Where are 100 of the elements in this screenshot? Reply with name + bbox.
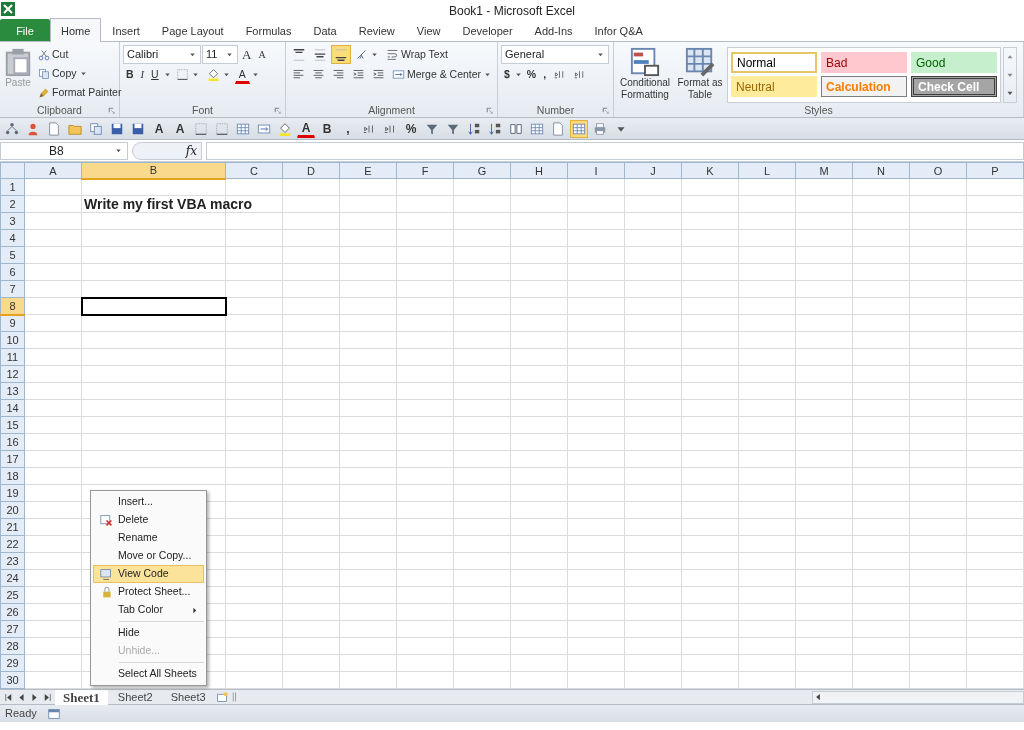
- launcher-icon[interactable]: [485, 106, 494, 115]
- format-table-button[interactable]: Format as Table: [675, 45, 725, 103]
- ribbon-tab[interactable]: Data: [302, 19, 348, 41]
- cut-button[interactable]: Cut: [35, 45, 125, 64]
- column-header[interactable]: D: [282, 162, 340, 179]
- ribbon-tab[interactable]: Home: [50, 18, 102, 42]
- menu-item[interactable]: View Code: [93, 565, 204, 583]
- copy-button[interactable]: Copy: [35, 64, 125, 83]
- column-header[interactable]: L: [738, 162, 796, 179]
- menu-item[interactable]: Protect Sheet...: [93, 583, 204, 601]
- toolbar-button[interactable]: A: [171, 119, 189, 138]
- column-header[interactable]: E: [339, 162, 397, 179]
- ribbon-tab[interactable]: Review: [347, 19, 406, 41]
- sheet-tab[interactable]: Sheet3: [162, 689, 214, 705]
- merge-center-button[interactable]: Merge & Center: [389, 65, 496, 84]
- currency-button[interactable]: $: [501, 65, 513, 84]
- ribbon-tab[interactable]: File: [0, 19, 50, 41]
- menu-item[interactable]: Insert...: [93, 493, 204, 511]
- comma-button[interactable]: ,: [540, 65, 550, 84]
- toolbar-button[interactable]: A: [150, 119, 168, 138]
- record-macro-icon[interactable]: [46, 706, 61, 721]
- formula-input[interactable]: [206, 141, 1024, 160]
- new-sheet-icon[interactable]: [215, 690, 229, 704]
- toolbar-button[interactable]: %: [402, 119, 420, 138]
- toolbar-button[interactable]: ,: [339, 119, 357, 138]
- menu-item[interactable]: Delete: [93, 511, 204, 529]
- column-header[interactable]: J: [624, 162, 682, 179]
- toolbar-toggle[interactable]: [570, 119, 588, 138]
- name-box[interactable]: B8: [0, 141, 128, 160]
- borders-icon[interactable]: [215, 121, 229, 136]
- column-header[interactable]: M: [795, 162, 853, 179]
- launcher-icon[interactable]: [273, 106, 282, 115]
- align-button[interactable]: [331, 45, 351, 64]
- font-size-field[interactable]: 11: [202, 45, 238, 64]
- percent-button[interactable]: %: [523, 65, 540, 84]
- new-document-icon[interactable]: [47, 121, 61, 136]
- column-header[interactable]: O: [909, 162, 967, 179]
- cell-style-option[interactable]: Neutral: [731, 76, 817, 97]
- font-name-field[interactable]: Calibri: [123, 45, 201, 64]
- grow-font-button[interactable]: A: [239, 45, 255, 64]
- number-format-field[interactable]: General: [501, 45, 609, 64]
- column-header[interactable]: A: [24, 162, 82, 179]
- cell-style-option[interactable]: Normal: [731, 52, 817, 73]
- underline-button[interactable]: U: [148, 65, 162, 84]
- menu-item[interactable]: Select All Sheets: [93, 665, 204, 683]
- ribbon-tab[interactable]: Formulas: [234, 19, 303, 41]
- ribbon-tab[interactable]: View: [405, 19, 452, 41]
- org-chart-icon[interactable]: [5, 121, 19, 136]
- sheet-tab[interactable]: Sheet1: [55, 689, 108, 705]
- save-icon[interactable]: [131, 121, 145, 136]
- launcher-icon[interactable]: [601, 106, 610, 115]
- copy-icon[interactable]: [89, 121, 103, 136]
- column-header[interactable]: N: [852, 162, 910, 179]
- italic-button[interactable]: I: [137, 65, 148, 84]
- wrap-text-button[interactable]: Wrap Text: [383, 45, 451, 64]
- cell-style-option[interactable]: Good: [911, 52, 997, 73]
- column-header[interactable]: P: [966, 162, 1024, 179]
- paint-bucket-icon[interactable]: [278, 121, 292, 136]
- column-header[interactable]: F: [396, 162, 454, 179]
- first-sheet-icon[interactable]: [3, 691, 14, 703]
- ribbon-tab[interactable]: Add-Ins: [523, 19, 584, 41]
- sort-icon[interactable]: [467, 121, 481, 136]
- borders-icon[interactable]: [194, 121, 208, 136]
- merge-icon[interactable]: [257, 121, 271, 136]
- sheet-tab[interactable]: Sheet2: [109, 689, 161, 705]
- column-header[interactable]: G: [453, 162, 511, 179]
- bold-button[interactable]: B: [123, 65, 137, 84]
- horizontal-scrollbar[interactable]: [812, 690, 1024, 704]
- printer-icon[interactable]: [593, 121, 607, 136]
- sort-icon[interactable]: [488, 121, 502, 136]
- column-header[interactable]: C: [225, 162, 283, 179]
- table-icon[interactable]: [236, 121, 250, 136]
- column-header[interactable]: I: [567, 162, 625, 179]
- active-cell[interactable]: [81, 297, 226, 315]
- person-icon[interactable]: [26, 121, 40, 136]
- format-painter-button[interactable]: Format Painter: [35, 83, 125, 102]
- font-color-button[interactable]: A: [297, 119, 315, 138]
- next-sheet-icon[interactable]: [29, 691, 40, 703]
- ribbon-tab[interactable]: Insert: [101, 19, 151, 41]
- cell-style-option[interactable]: Bad: [821, 52, 907, 73]
- function-button[interactable]: fx: [185, 141, 197, 160]
- book-icon[interactable]: [509, 121, 523, 136]
- menu-item[interactable]: Rename: [93, 529, 204, 547]
- shrink-font-button[interactable]: A: [255, 45, 269, 64]
- column-header[interactable]: B: [81, 162, 226, 179]
- menu-item[interactable]: Move or Copy...: [93, 547, 204, 565]
- ribbon-tab[interactable]: Page Layout: [150, 19, 235, 41]
- ribbon-tab[interactable]: Infor Q&A: [583, 19, 654, 41]
- font-color-button[interactable]: A: [234, 65, 250, 84]
- grid-icon[interactable]: [530, 121, 544, 136]
- conditional-formatting-button[interactable]: Conditional Formatting: [617, 45, 673, 103]
- column-header[interactable]: H: [510, 162, 568, 179]
- save-icon[interactable]: [110, 121, 124, 136]
- menu-item[interactable]: Hide: [93, 624, 204, 642]
- toolbar-button[interactable]: B: [318, 119, 336, 138]
- ribbon-tab[interactable]: Developer: [451, 19, 524, 41]
- previous-sheet-icon[interactable]: [16, 691, 27, 703]
- column-header[interactable]: K: [681, 162, 739, 179]
- document-icon[interactable]: [551, 121, 565, 136]
- last-sheet-icon[interactable]: [42, 691, 53, 703]
